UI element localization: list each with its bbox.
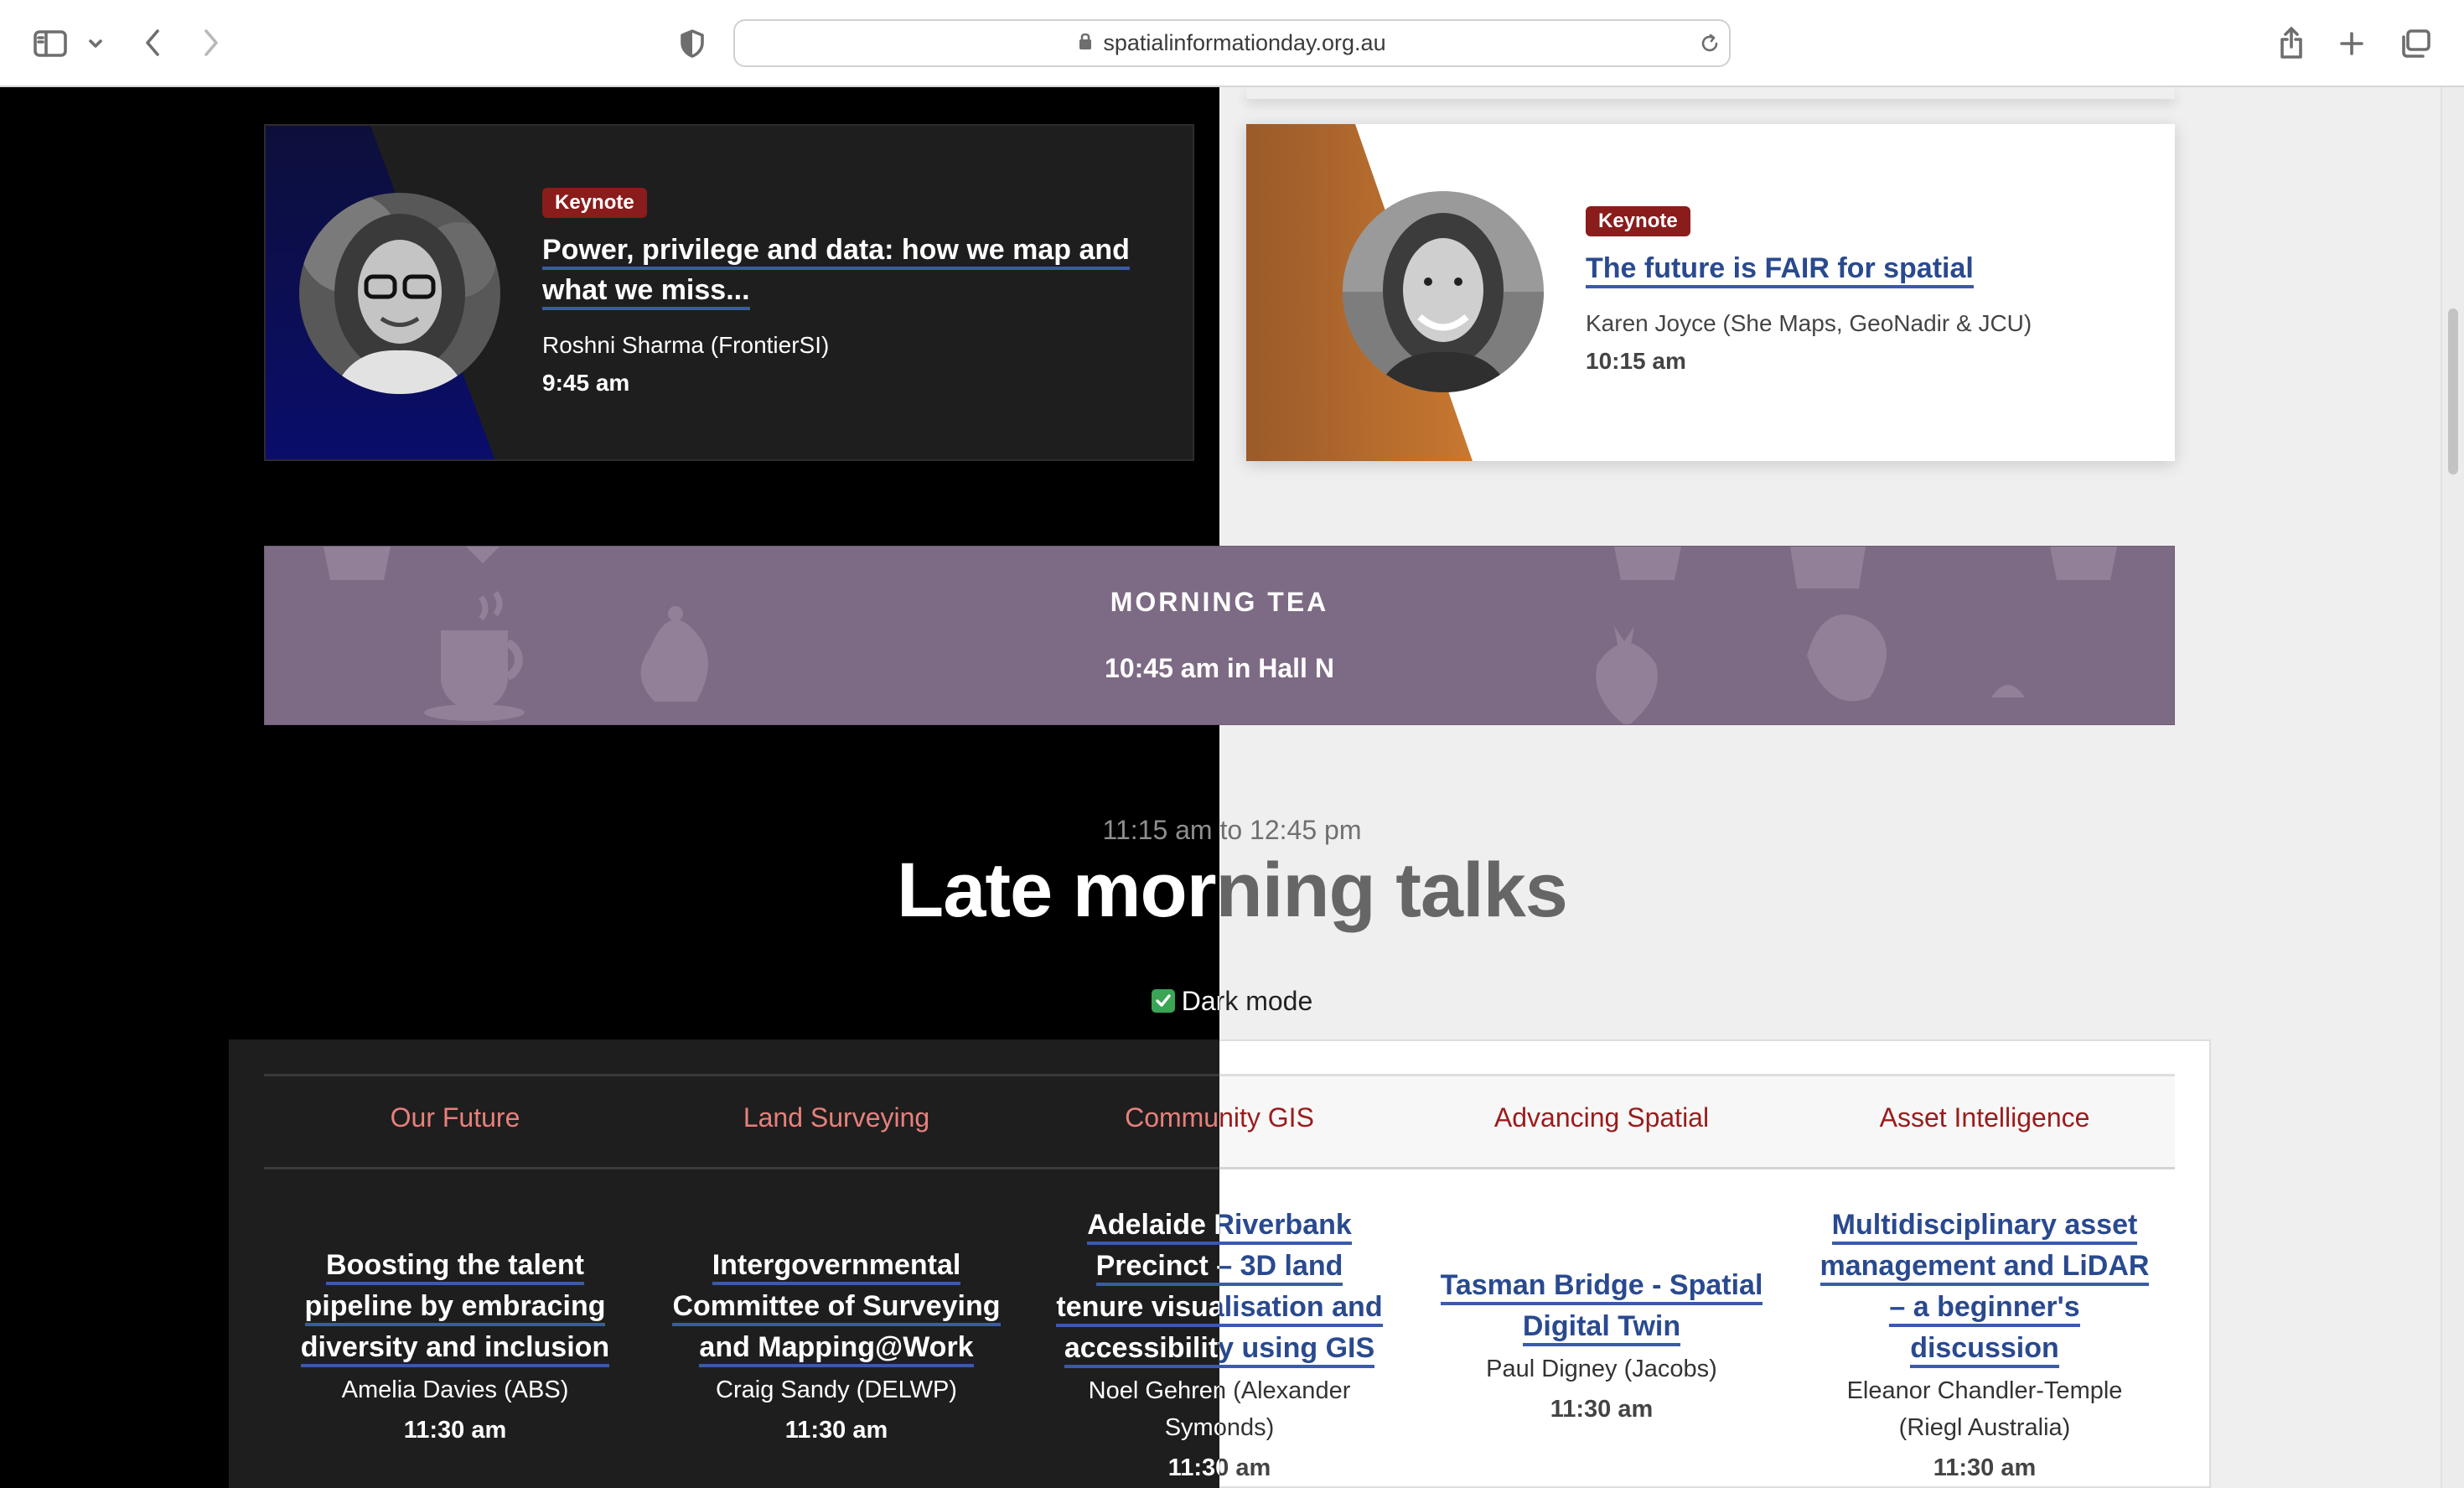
talk-title-link[interactable]: Adelaide Riverbank Precinct – 3D land tenu… bbox=[1219, 1205, 1395, 1369]
speaker-name: Noel Gehren (Alexander bbox=[1219, 1377, 1351, 1404]
talk-title-line: Precinct – 3D land bbox=[1219, 1250, 1343, 1286]
talk-title-line: management and LiDAR bbox=[1820, 1250, 2150, 1286]
talk-title-line: Adelaide Riverbank bbox=[1219, 1209, 1352, 1245]
track-header: Advancing Spatial bbox=[1493, 1102, 1710, 1133]
talk-title-line: pipeline by embracing bbox=[304, 1290, 606, 1326]
talk-time: 11:30 am bbox=[784, 1417, 888, 1444]
speaker-name: (Riegl Australia) bbox=[1898, 1414, 2071, 1441]
talk-title-line: Multidisciplinary asset bbox=[1831, 1209, 2138, 1245]
talk-title-line: diversity and inclusion bbox=[300, 1331, 610, 1367]
talk-time: 11:30 am bbox=[1933, 1454, 2037, 1481]
talk-title-line: – a beginner's bbox=[1889, 1291, 2080, 1327]
speaker-name: Paul Digney (Jacobs) bbox=[1486, 1356, 1717, 1382]
talk-title-line: Adelaide Riverbank bbox=[1087, 1209, 1219, 1245]
schedule-dark-side: Our FutureLand SurveyingCommunity GISAdv… bbox=[0, 0, 1219, 1488]
talk-time: 11:30 am bbox=[1550, 1396, 1654, 1423]
speaker-name: Eleanor Chandler-Temple bbox=[1846, 1377, 2123, 1404]
talk-title-line: Digital Twin bbox=[1522, 1310, 1681, 1346]
talk-time: 11:30 am bbox=[403, 1417, 507, 1444]
speaker-name: Craig Sandy (DELWP) bbox=[716, 1377, 957, 1403]
speaker-name: Symonds) bbox=[1164, 1414, 1219, 1441]
speaker-name: Noel Gehren (Alexander bbox=[1088, 1377, 1219, 1404]
talk-title-line: Boosting the talent bbox=[326, 1249, 584, 1285]
talk-title-line: accessibility using GIS bbox=[1219, 1332, 1375, 1368]
talk-title-line: Precinct – 3D land bbox=[1095, 1250, 1219, 1286]
track-header: Our Future bbox=[390, 1102, 520, 1133]
speaker-name: Symonds) bbox=[1219, 1414, 1275, 1441]
talk-title-line: and Mapping@Work bbox=[699, 1331, 974, 1367]
talk-title-line: Committee of Surveying bbox=[672, 1290, 1001, 1326]
talk-title-line: tenure visualisation and bbox=[1219, 1291, 1383, 1327]
talk-title-link[interactable]: Multidisciplinary asset management and Li… bbox=[1809, 1205, 2161, 1369]
track-header: Community GIS bbox=[1125, 1102, 1219, 1133]
table-divider bbox=[1219, 1167, 2175, 1169]
track-header: Land Surveying bbox=[743, 1102, 930, 1133]
talk-title-line: discussion bbox=[1910, 1332, 2059, 1368]
schedule-light-side: Our FutureLand SurveyingCommunity GISAdv… bbox=[1219, 0, 2464, 1488]
talk-title-line: Tasman Bridge - Spatial bbox=[1440, 1269, 1763, 1305]
talk-time: 11:30 am bbox=[1219, 1454, 1271, 1481]
talk-time: 11:30 am bbox=[1167, 1454, 1219, 1481]
talk-title-link[interactable]: Tasman Bridge - Spatial Digital Twin bbox=[1426, 1265, 1778, 1347]
talk-title-line: Intergovernmental bbox=[712, 1249, 961, 1285]
talk-title-line: accessibility using GIS bbox=[1064, 1332, 1219, 1368]
talk-title-link[interactable]: Boosting the talent pipeline by embracing… bbox=[279, 1245, 631, 1368]
track-header: Community GIS bbox=[1219, 1102, 1314, 1133]
talk-title-line: tenure visualisation and bbox=[1056, 1291, 1219, 1327]
table-divider bbox=[264, 1074, 1219, 1076]
talk-title-link[interactable]: Intergovernmental Committee of Surveying a… bbox=[660, 1245, 1012, 1368]
table-divider bbox=[264, 1167, 1219, 1169]
talk-title-link[interactable]: Adelaide Riverbank Precinct – 3D land tenu… bbox=[1043, 1205, 1219, 1369]
track-header: Asset Intelligence bbox=[1879, 1102, 2090, 1133]
speaker-name: Amelia Davies (ABS) bbox=[341, 1377, 569, 1403]
